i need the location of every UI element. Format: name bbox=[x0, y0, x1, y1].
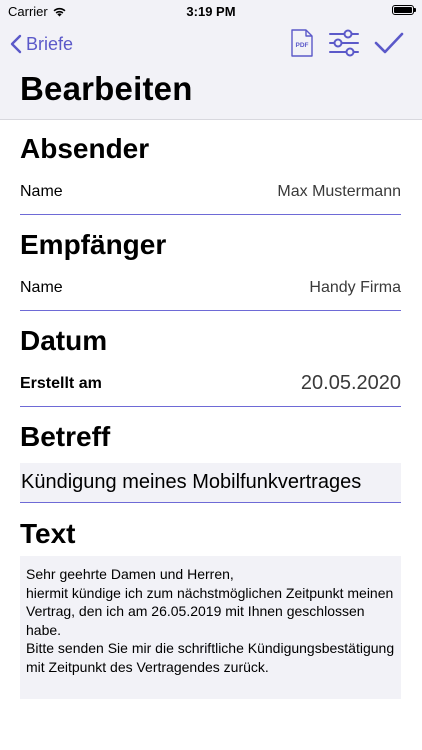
status-time: 3:19 PM bbox=[186, 4, 236, 19]
section-title-recipient: Empfänger bbox=[20, 229, 167, 260]
sender-name-row[interactable]: Name Max Mustermann bbox=[20, 169, 401, 215]
nav-actions: PDF bbox=[290, 28, 404, 58]
done-button[interactable] bbox=[374, 31, 404, 55]
subject-field[interactable]: Kündigung meines Mobilfunkvertrages bbox=[20, 463, 401, 503]
checkmark-icon bbox=[374, 32, 404, 54]
sender-name-value[interactable]: Max Mustermann bbox=[277, 183, 401, 201]
recipient-name-label: Name bbox=[20, 278, 63, 296]
page-title: Bearbeiten bbox=[20, 70, 193, 107]
created-date-row[interactable]: Erstellt am 20.05.2020 bbox=[20, 361, 401, 407]
section-title-text: Text bbox=[20, 518, 76, 549]
section-title-subject: Betreff bbox=[20, 421, 111, 452]
pdf-document-icon: PDF bbox=[291, 29, 313, 57]
sliders-icon bbox=[329, 29, 359, 57]
letter-text-area[interactable]: Sehr geehrte Damen und Herren, hiermit k… bbox=[20, 556, 401, 699]
created-date-label: Erstellt am bbox=[20, 374, 102, 392]
pdf-icon-label: PDF bbox=[296, 42, 309, 49]
battery-icon bbox=[392, 5, 416, 15]
section-title-date: Datum bbox=[20, 325, 108, 356]
created-date-picker[interactable]: 20.05.2020 bbox=[301, 372, 401, 395]
settings-sliders-button[interactable] bbox=[328, 29, 360, 57]
status-bar: Carrier 3:19 PM bbox=[0, 0, 422, 24]
recipient-name-value[interactable]: Handy Firma bbox=[309, 279, 401, 297]
recipient-name-row[interactable]: Name Handy Firma bbox=[20, 265, 401, 311]
back-button[interactable]: Briefe bbox=[10, 30, 73, 58]
pdf-export-button[interactable]: PDF bbox=[290, 28, 314, 58]
section-title-sender: Absender bbox=[20, 133, 150, 164]
back-button-label: Briefe bbox=[26, 33, 74, 54]
app-screen: Carrier 3:19 PM Briefe PDF Bearbeiten Ab… bbox=[0, 0, 422, 750]
sender-name-label: Name bbox=[20, 182, 63, 200]
chevron-left-icon bbox=[10, 34, 22, 54]
navigation-header: Carrier 3:19 PM Briefe PDF Bearbeiten bbox=[0, 0, 422, 120]
